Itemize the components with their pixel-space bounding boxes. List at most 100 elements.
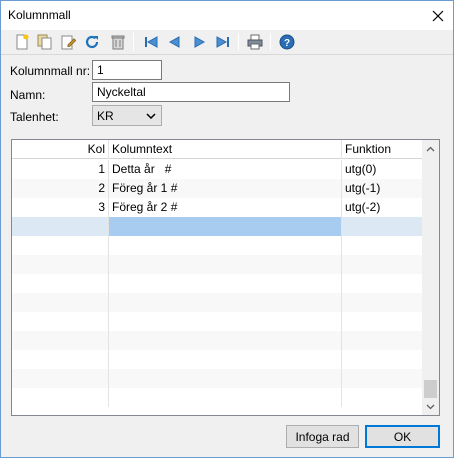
next-record-button[interactable] bbox=[188, 31, 210, 53]
table-row[interactable] bbox=[12, 312, 422, 331]
table-row[interactable]: 2 Föreg år 1 # utg(-1) bbox=[12, 179, 422, 198]
table-row[interactable] bbox=[12, 293, 422, 312]
unit-dropdown-button[interactable] bbox=[141, 106, 161, 125]
table-row[interactable] bbox=[12, 236, 422, 255]
prev-icon bbox=[168, 36, 180, 48]
cell-funktion[interactable]: utg(0) bbox=[342, 160, 422, 179]
cell-funktion[interactable] bbox=[342, 350, 422, 369]
cell-funktion[interactable] bbox=[342, 388, 422, 407]
cell-kol[interactable]: 1 bbox=[12, 160, 109, 179]
cell-kol[interactable] bbox=[12, 312, 109, 331]
scroll-thumb[interactable] bbox=[424, 380, 437, 398]
column-header-kol[interactable]: Kol bbox=[12, 140, 109, 159]
cell-funktion[interactable] bbox=[342, 293, 422, 312]
close-button[interactable] bbox=[423, 1, 453, 30]
cell-kol[interactable] bbox=[12, 293, 109, 312]
chevron-up-icon bbox=[426, 146, 435, 151]
refresh-icon bbox=[85, 35, 99, 49]
table-row[interactable] bbox=[12, 388, 422, 407]
cell-funktion[interactable] bbox=[342, 331, 422, 350]
cell-funktion[interactable] bbox=[342, 255, 422, 274]
cell-kolumntext[interactable] bbox=[109, 293, 342, 312]
table-row[interactable] bbox=[12, 369, 422, 388]
cell-kol[interactable]: 2 bbox=[12, 179, 109, 198]
cell-kolumntext[interactable]: Detta år # bbox=[109, 160, 342, 179]
cell-funktion[interactable] bbox=[342, 312, 422, 331]
cell-kolumntext[interactable] bbox=[109, 388, 342, 407]
cell-kol[interactable] bbox=[12, 274, 109, 293]
scroll-down-button[interactable] bbox=[422, 398, 439, 415]
new-icon bbox=[16, 34, 29, 50]
cell-kol[interactable]: 3 bbox=[12, 198, 109, 217]
edit-icon bbox=[61, 35, 76, 50]
table-row[interactable] bbox=[12, 255, 422, 274]
column-header-kolumntext[interactable]: Kolumntext bbox=[109, 140, 342, 159]
delete-icon bbox=[111, 35, 125, 50]
cell-kolumntext[interactable] bbox=[109, 350, 342, 369]
dialog-window: Kolumnmall ? Kolumnmall nr: 1 Namn: Nyck… bbox=[0, 0, 454, 458]
unit-label: Talenhet: bbox=[10, 110, 59, 124]
cell-funktion[interactable]: utg(-1) bbox=[342, 179, 422, 198]
last-record-button[interactable] bbox=[212, 31, 234, 53]
cell-kolumntext[interactable] bbox=[109, 217, 342, 236]
cell-kolumntext[interactable] bbox=[109, 255, 342, 274]
cell-kol[interactable] bbox=[12, 331, 109, 350]
cell-funktion[interactable]: utg(-2) bbox=[342, 198, 422, 217]
table-row[interactable] bbox=[12, 217, 422, 236]
first-icon bbox=[145, 36, 158, 48]
cell-kol[interactable] bbox=[12, 350, 109, 369]
cell-kolumntext[interactable]: Föreg år 2 # bbox=[109, 198, 342, 217]
help-button[interactable]: ? bbox=[276, 31, 298, 53]
cell-kol[interactable] bbox=[12, 217, 109, 236]
cell-kol[interactable] bbox=[12, 369, 109, 388]
table-row[interactable] bbox=[12, 350, 422, 369]
refresh-button[interactable] bbox=[81, 31, 103, 53]
close-icon bbox=[432, 10, 444, 21]
copy-button[interactable] bbox=[34, 31, 56, 53]
cell-kolumntext[interactable] bbox=[109, 274, 342, 293]
cell-kolumntext[interactable] bbox=[109, 312, 342, 331]
new-button[interactable] bbox=[11, 31, 33, 53]
cell-kol[interactable] bbox=[12, 388, 109, 407]
cell-kolumntext[interactable] bbox=[109, 331, 342, 350]
unit-value: KR bbox=[97, 109, 114, 123]
column-header-funktion[interactable]: Funktion bbox=[342, 140, 422, 159]
svg-text:?: ? bbox=[284, 38, 290, 49]
cell-kol[interactable] bbox=[12, 255, 109, 274]
toolbar: ? bbox=[1, 30, 453, 54]
copy-icon bbox=[37, 34, 52, 50]
cell-funktion[interactable] bbox=[342, 217, 422, 236]
grid-header: Kol Kolumntext Funktion bbox=[12, 140, 422, 159]
edit-button[interactable] bbox=[57, 31, 79, 53]
cell-funktion[interactable] bbox=[342, 236, 422, 255]
cell-kolumntext[interactable] bbox=[109, 236, 342, 255]
help-icon: ? bbox=[279, 34, 295, 50]
vertical-scrollbar[interactable] bbox=[422, 140, 439, 415]
scroll-up-button[interactable] bbox=[422, 140, 439, 157]
chevron-down-icon bbox=[146, 112, 156, 119]
table-row[interactable]: 1 Detta år # utg(0) bbox=[12, 160, 422, 179]
insert-row-button[interactable]: Infoga rad bbox=[286, 425, 359, 448]
unit-select[interactable]: KR bbox=[92, 105, 162, 126]
cell-kol[interactable] bbox=[12, 236, 109, 255]
cell-funktion[interactable] bbox=[342, 369, 422, 388]
title-bar: Kolumnmall bbox=[1, 1, 453, 30]
column-grid[interactable]: Kol Kolumntext Funktion 1 Detta år # utg(0… bbox=[11, 139, 440, 416]
toolbar-separator bbox=[133, 33, 134, 51]
last-icon bbox=[216, 36, 229, 48]
previous-record-button[interactable] bbox=[164, 31, 186, 53]
cell-funktion[interactable] bbox=[342, 274, 422, 293]
ok-button[interactable]: OK bbox=[365, 425, 440, 448]
chevron-down-icon bbox=[426, 404, 435, 409]
template-number-field[interactable]: 1 bbox=[92, 60, 162, 80]
name-label: Namn: bbox=[10, 88, 46, 102]
cell-kolumntext[interactable] bbox=[109, 369, 342, 388]
print-button[interactable] bbox=[244, 31, 266, 53]
cell-kolumntext[interactable]: Föreg år 1 # bbox=[109, 179, 342, 198]
table-row[interactable] bbox=[12, 331, 422, 350]
first-record-button[interactable] bbox=[140, 31, 162, 53]
table-row[interactable] bbox=[12, 274, 422, 293]
name-field[interactable]: Nyckeltal bbox=[92, 82, 290, 102]
delete-button[interactable] bbox=[107, 31, 129, 53]
table-row[interactable]: 3 Föreg år 2 # utg(-2) bbox=[12, 198, 422, 217]
